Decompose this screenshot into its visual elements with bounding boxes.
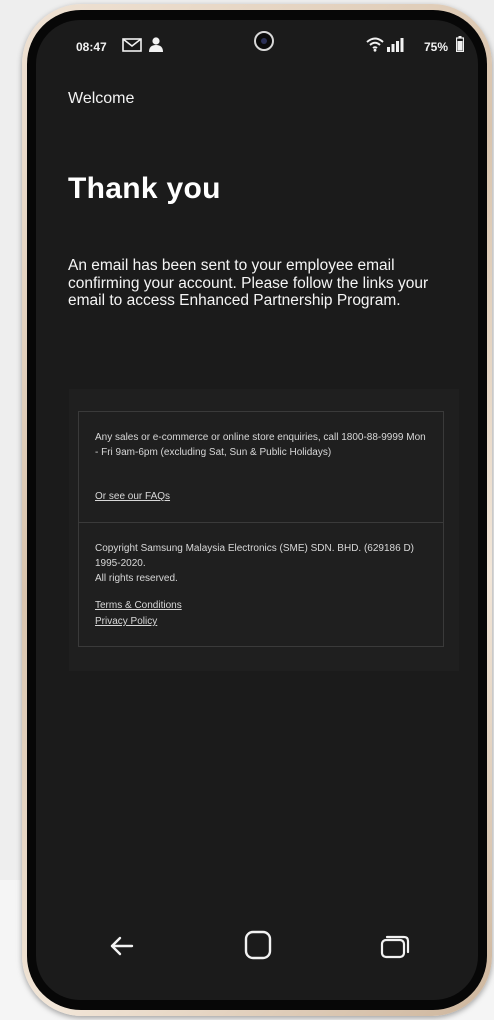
enquiries-text: Any sales or e-commerce or online store … — [95, 432, 426, 458]
copyright-section: Copyright Samsung Malaysia Electronics (… — [79, 523, 443, 647]
navigation-bar — [36, 920, 478, 970]
enquiries-section: Any sales or e-commerce or online store … — [79, 412, 443, 523]
faq-link[interactable]: Or see our FAQs — [95, 491, 170, 502]
privacy-link[interactable]: Privacy Policy — [95, 616, 157, 627]
home-icon[interactable] — [238, 930, 278, 962]
terms-link[interactable]: Terms & Conditions — [95, 600, 182, 611]
recents-icon[interactable] — [374, 930, 414, 962]
phone-screen: 08:47 75% Welcome Thank you An email has… — [36, 20, 478, 1000]
confirmation-message: An email has been sent to your employee … — [68, 257, 429, 309]
back-icon[interactable] — [102, 930, 142, 962]
signal-icon — [387, 38, 404, 52]
mail-icon — [122, 38, 142, 52]
welcome-header: Welcome — [68, 90, 135, 107]
rights-text: All rights reserved. — [95, 573, 178, 584]
wifi-icon — [366, 37, 384, 52]
status-time: 08:47 — [76, 40, 107, 54]
info-panel: Any sales or e-commerce or online store … — [69, 389, 459, 671]
page-title: Thank you — [68, 172, 221, 205]
status-bar: 08:47 75% — [36, 20, 478, 70]
battery-percentage: 75% — [424, 40, 449, 54]
front-camera — [254, 31, 274, 51]
battery-icon — [456, 36, 464, 52]
copyright-text: Copyright Samsung Malaysia Electronics (… — [95, 543, 414, 569]
info-box: Any sales or e-commerce or online store … — [78, 411, 444, 647]
person-icon — [149, 37, 163, 52]
